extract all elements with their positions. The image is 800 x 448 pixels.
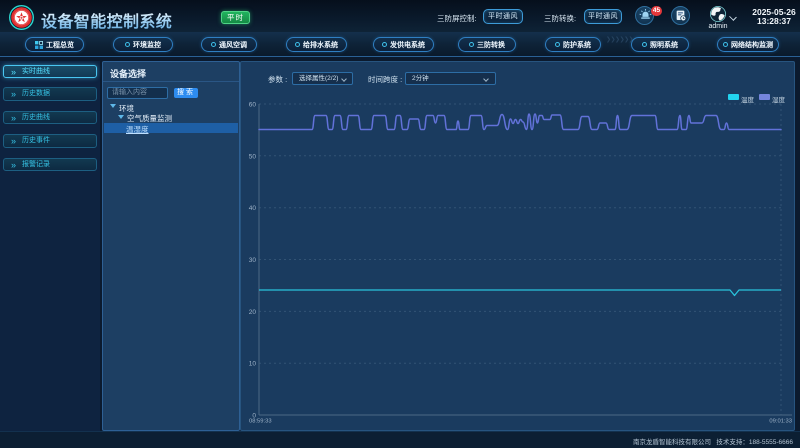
svg-text:10: 10 xyxy=(249,361,257,368)
svg-text:50: 50 xyxy=(249,153,257,160)
svg-text:09:01:33: 09:01:33 xyxy=(769,419,792,425)
svg-text:20: 20 xyxy=(249,309,257,316)
svg-text:30: 30 xyxy=(249,257,257,264)
svg-text:40: 40 xyxy=(249,205,257,212)
svg-text:60: 60 xyxy=(249,102,257,109)
svg-text:08:59:33: 08:59:33 xyxy=(249,419,272,425)
